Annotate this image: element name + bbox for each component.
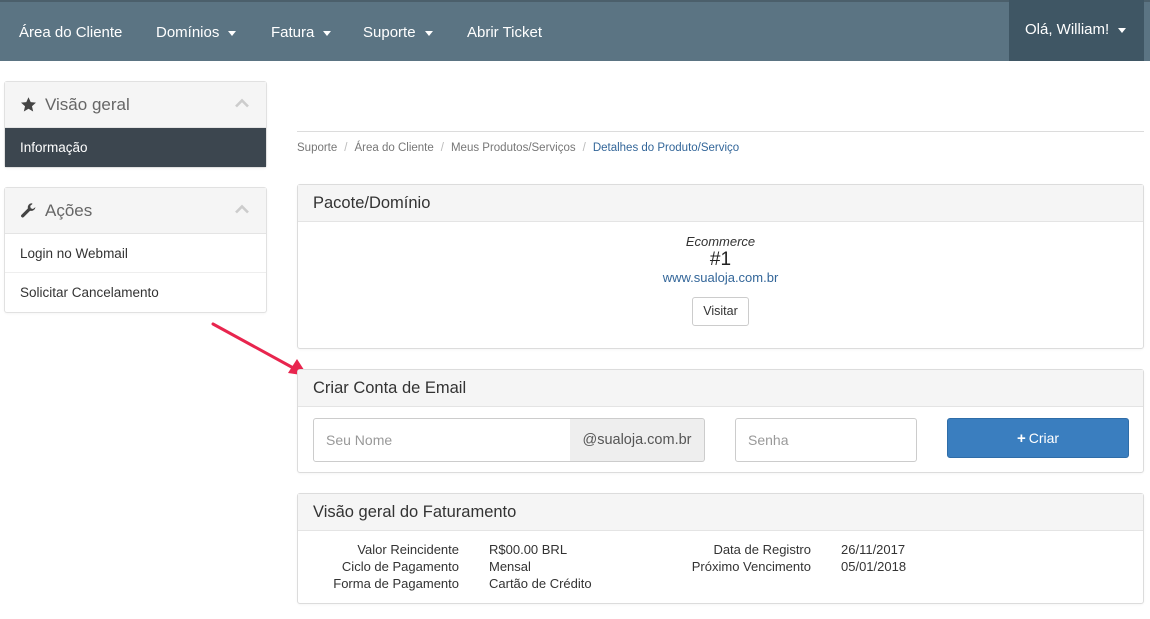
nav-domains-label: Domínios bbox=[156, 24, 220, 41]
nav-client-area[interactable]: Área do Cliente bbox=[19, 2, 122, 63]
package-panel-title: Pacote/Domínio bbox=[298, 185, 1143, 222]
sidebar-item-label: Informação bbox=[20, 140, 88, 155]
sidebar-item-label: Login no Webmail bbox=[20, 246, 128, 261]
billing-label-payment-method: Forma de Pagamento bbox=[333, 576, 459, 591]
nav-open-ticket[interactable]: Abrir Ticket bbox=[467, 2, 542, 63]
top-navbar: Área do Cliente Domínios Fatura Suporte … bbox=[0, 0, 1150, 61]
sidebar-actions-title: Ações bbox=[45, 201, 93, 220]
billing-value-next-due: 05/01/2018 bbox=[841, 559, 907, 574]
billing-value-cycle: Mensal bbox=[489, 559, 531, 574]
billing-panel: Visão geral do Faturamento Valor Reincid… bbox=[297, 493, 1144, 604]
sidebar-item-webmail-login[interactable]: Login no Webmail bbox=[5, 234, 266, 273]
breadcrumb: Suporte / Área do Cliente / Meus Produtos/Se… bbox=[297, 142, 739, 154]
billing-panel-title: Visão geral do Faturamento bbox=[298, 494, 1143, 531]
billing-label-registration-date: Data de Registro bbox=[713, 542, 811, 557]
breadcrumb-support[interactable]: Suporte bbox=[297, 142, 337, 154]
caret-down-icon bbox=[228, 30, 237, 36]
user-greeting: Olá, William! bbox=[1025, 21, 1110, 38]
product-number: #1 bbox=[709, 249, 732, 270]
caret-down-icon bbox=[1118, 27, 1127, 33]
create-email-button-label: Criar bbox=[1028, 430, 1060, 446]
caret-down-icon bbox=[424, 30, 433, 36]
billing-label-recurring: Valor Reincidente bbox=[357, 542, 459, 557]
nav-client-area-label: Área do Cliente bbox=[19, 24, 123, 41]
breadcrumb-product-details[interactable]: Detalhes do Produto/Serviço bbox=[593, 142, 739, 154]
nav-domains[interactable]: Domínios bbox=[156, 2, 237, 63]
billing-label-next-due: Próximo Vencimento bbox=[691, 559, 811, 574]
breadcrumb-client-area[interactable]: Área do Cliente bbox=[354, 142, 433, 154]
star-icon bbox=[21, 97, 36, 112]
product-type: Ecommerce bbox=[685, 234, 756, 249]
nav-invoice-label: Fatura bbox=[271, 24, 315, 41]
sidebar-overview-title: Visão geral bbox=[45, 95, 130, 114]
email-domain-suffix: @sualoja.com.br bbox=[570, 418, 705, 462]
chevron-up-icon[interactable] bbox=[235, 98, 249, 108]
caret-down-icon bbox=[323, 30, 332, 36]
email-name-input[interactable] bbox=[313, 418, 571, 462]
wrench-icon bbox=[21, 203, 36, 218]
nav-open-ticket-label: Abrir Ticket bbox=[467, 24, 543, 41]
package-panel: Pacote/Domínio Ecommerce #1 www.sualoja.… bbox=[297, 184, 1144, 349]
sidebar-item-request-cancellation[interactable]: Solicitar Cancelamento bbox=[5, 273, 266, 312]
create-email-panel: Criar Conta de Email @sualoja.com.br +Cr… bbox=[297, 369, 1144, 473]
breadcrumb-products-services[interactable]: Meus Produtos/Serviços bbox=[451, 142, 576, 154]
breadcrumb-separator: / bbox=[440, 142, 444, 154]
nav-invoice[interactable]: Fatura bbox=[271, 2, 332, 63]
sidebar-actions-panel: Ações Login no Webmail Solicitar Cancela… bbox=[4, 187, 267, 313]
sidebar-overview-header[interactable]: Visão geral bbox=[5, 82, 266, 128]
billing-value-recurring: R$00.00 BRL bbox=[489, 542, 568, 557]
sidebar-item-label: Solicitar Cancelamento bbox=[20, 285, 159, 300]
breadcrumb-divider bbox=[297, 131, 1144, 132]
visit-button[interactable]: Visitar bbox=[692, 297, 749, 326]
sidebar-overview-panel: Visão geral Informação bbox=[4, 81, 267, 168]
user-menu[interactable]: Olá, William! bbox=[1009, 0, 1144, 61]
create-email-button[interactable]: + Criar bbox=[947, 418, 1129, 458]
billing-label-cycle: Ciclo de Pagamento bbox=[341, 559, 459, 574]
sidebar-item-information[interactable]: Informação bbox=[5, 128, 266, 167]
create-email-panel-title: Criar Conta de Email bbox=[298, 370, 1143, 407]
breadcrumb-separator: / bbox=[344, 142, 348, 154]
package-panel-body: Ecommerce #1 www.sualoja.com.br Visitar bbox=[298, 222, 1143, 326]
email-password-input[interactable] bbox=[735, 418, 917, 462]
billing-value-payment-method: Cartão de Crédito bbox=[489, 576, 592, 591]
chevron-up-icon[interactable] bbox=[235, 204, 249, 214]
breadcrumb-separator: / bbox=[582, 142, 586, 154]
nav-support[interactable]: Suporte bbox=[363, 2, 433, 63]
product-domain-link[interactable]: www.sualoja.com.br bbox=[298, 270, 1143, 286]
billing-value-registration-date: 26/11/2017 bbox=[841, 542, 906, 557]
nav-support-label: Suporte bbox=[363, 24, 416, 41]
sidebar-actions-header[interactable]: Ações bbox=[5, 188, 266, 234]
plus-icon: + bbox=[1016, 430, 1026, 447]
